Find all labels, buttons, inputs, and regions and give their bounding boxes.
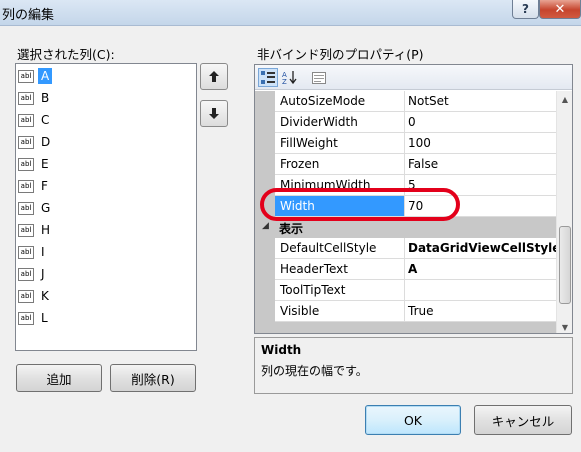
textbox-column-icon: abl bbox=[18, 201, 34, 215]
list-item[interactable]: abl C bbox=[18, 110, 52, 130]
scroll-up-icon[interactable]: ▲ bbox=[557, 91, 572, 107]
textbox-column-icon: abl bbox=[18, 223, 34, 237]
textbox-column-icon: abl bbox=[18, 135, 34, 149]
column-name: D bbox=[41, 135, 51, 149]
description-title: Width bbox=[261, 343, 302, 357]
column-name: C bbox=[41, 113, 50, 127]
column-name: K bbox=[41, 289, 49, 303]
textbox-column-icon: abl bbox=[18, 289, 34, 303]
column-name: B bbox=[41, 91, 50, 105]
property-name: ToolTipText bbox=[280, 283, 346, 297]
property-row[interactable]: Frozen False bbox=[275, 154, 556, 175]
property-grid-scrollbar[interactable]: ▲ ▼ bbox=[556, 91, 572, 333]
ok-button[interactable]: OK bbox=[365, 405, 461, 435]
textbox-column-icon: abl bbox=[18, 91, 34, 105]
list-item[interactable]: abl J bbox=[18, 264, 48, 284]
property-name: FillWeight bbox=[280, 136, 338, 150]
textbox-column-icon: abl bbox=[18, 245, 34, 259]
arrow-up-icon bbox=[209, 71, 219, 82]
property-grid-toolbar: A Z bbox=[255, 65, 572, 90]
property-name: Visible bbox=[280, 304, 320, 318]
list-item[interactable]: abl D bbox=[18, 132, 53, 152]
close-button[interactable]: ✕ bbox=[539, 0, 581, 19]
close-icon: ✕ bbox=[554, 1, 566, 17]
property-row[interactable]: FillWeight 100 bbox=[275, 133, 556, 154]
property-value: True bbox=[408, 304, 434, 318]
property-value: A bbox=[408, 262, 418, 276]
property-row[interactable]: ToolTipText bbox=[275, 280, 556, 301]
svg-text:Z: Z bbox=[282, 78, 287, 85]
textbox-column-icon: abl bbox=[18, 267, 34, 281]
property-row[interactable]: DefaultCellStyle DataGridViewCellStyle bbox=[275, 238, 560, 259]
scroll-thumb[interactable] bbox=[559, 226, 571, 304]
column-name: E bbox=[41, 157, 49, 171]
remove-button[interactable]: 削除(R) bbox=[110, 364, 196, 392]
textbox-column-icon: abl bbox=[18, 113, 34, 127]
column-name: I bbox=[41, 245, 45, 259]
alphabetical-sort-icon: A Z bbox=[282, 70, 297, 85]
alphabetical-button[interactable]: A Z bbox=[280, 68, 300, 87]
property-name: Frozen bbox=[280, 157, 320, 171]
list-item[interactable]: abl A bbox=[18, 66, 53, 86]
property-name: DividerWidth bbox=[280, 115, 358, 129]
textbox-column-icon: abl bbox=[18, 179, 34, 193]
scroll-down-icon[interactable]: ▼ bbox=[557, 319, 572, 333]
help-button[interactable]: ? bbox=[512, 0, 539, 19]
property-description-panel: Width 列の現在の幅です。 bbox=[254, 337, 573, 394]
window-title: 列の編集 bbox=[2, 8, 55, 23]
unbound-column-properties-label: 非バインド列のプロパティ(P) bbox=[257, 47, 424, 62]
property-value: False bbox=[408, 157, 439, 171]
help-icon: ? bbox=[522, 2, 529, 16]
property-pages-button[interactable] bbox=[309, 68, 329, 87]
list-item[interactable]: abl F bbox=[18, 176, 51, 196]
property-name: HeaderText bbox=[280, 262, 348, 276]
description-text: 列の現在の幅です。 bbox=[261, 364, 368, 378]
property-row[interactable]: AutoSizeMode NotSet bbox=[275, 91, 556, 112]
property-row[interactable]: HeaderText A bbox=[275, 259, 556, 280]
categorized-icon bbox=[261, 71, 275, 84]
property-value: 0 bbox=[408, 115, 416, 129]
column-name: H bbox=[41, 223, 51, 237]
collapse-toggle-icon[interactable]: ◢ bbox=[262, 221, 269, 231]
list-item[interactable]: abl E bbox=[18, 154, 52, 174]
category-name: 表示 bbox=[279, 222, 304, 236]
column-name: J bbox=[41, 267, 45, 281]
property-value: 100 bbox=[408, 136, 431, 150]
column-name: G bbox=[41, 201, 51, 215]
arrow-down-icon bbox=[209, 108, 219, 119]
textbox-column-icon: abl bbox=[18, 69, 34, 83]
list-item[interactable]: abl G bbox=[18, 198, 53, 218]
textbox-column-icon: abl bbox=[18, 157, 34, 171]
cancel-button[interactable]: キャンセル bbox=[474, 405, 572, 435]
highlight-annotation bbox=[260, 188, 460, 221]
categorized-button[interactable] bbox=[258, 68, 278, 87]
property-value: DataGridViewCellStyle bbox=[408, 241, 561, 255]
selected-columns-list[interactable]: abl A abl B abl C abl D abl E abl F abl … bbox=[15, 63, 197, 351]
selected-columns-label: 選択された列(C): bbox=[17, 47, 115, 62]
list-item[interactable]: abl I bbox=[18, 242, 48, 262]
property-row[interactable]: DividerWidth 0 bbox=[275, 112, 556, 133]
textbox-column-icon: abl bbox=[18, 311, 34, 325]
title-bar: 列の編集 ? ✕ bbox=[0, 0, 581, 26]
property-value: NotSet bbox=[408, 94, 449, 108]
property-pages-icon bbox=[312, 71, 326, 84]
list-item[interactable]: abl B bbox=[18, 88, 52, 108]
column-name: L bbox=[41, 311, 48, 325]
column-name: A bbox=[38, 68, 53, 84]
move-down-button[interactable] bbox=[200, 100, 228, 127]
property-row[interactable]: Visible True bbox=[275, 301, 556, 322]
add-button[interactable]: 追加 bbox=[16, 364, 102, 392]
list-item[interactable]: abl K bbox=[18, 286, 52, 306]
list-item[interactable]: abl L bbox=[18, 308, 51, 328]
property-name: DefaultCellStyle bbox=[280, 241, 377, 255]
list-item[interactable]: abl H bbox=[18, 220, 53, 240]
property-name: AutoSizeMode bbox=[280, 94, 366, 108]
column-name: F bbox=[41, 179, 48, 193]
move-up-button[interactable] bbox=[200, 63, 228, 90]
